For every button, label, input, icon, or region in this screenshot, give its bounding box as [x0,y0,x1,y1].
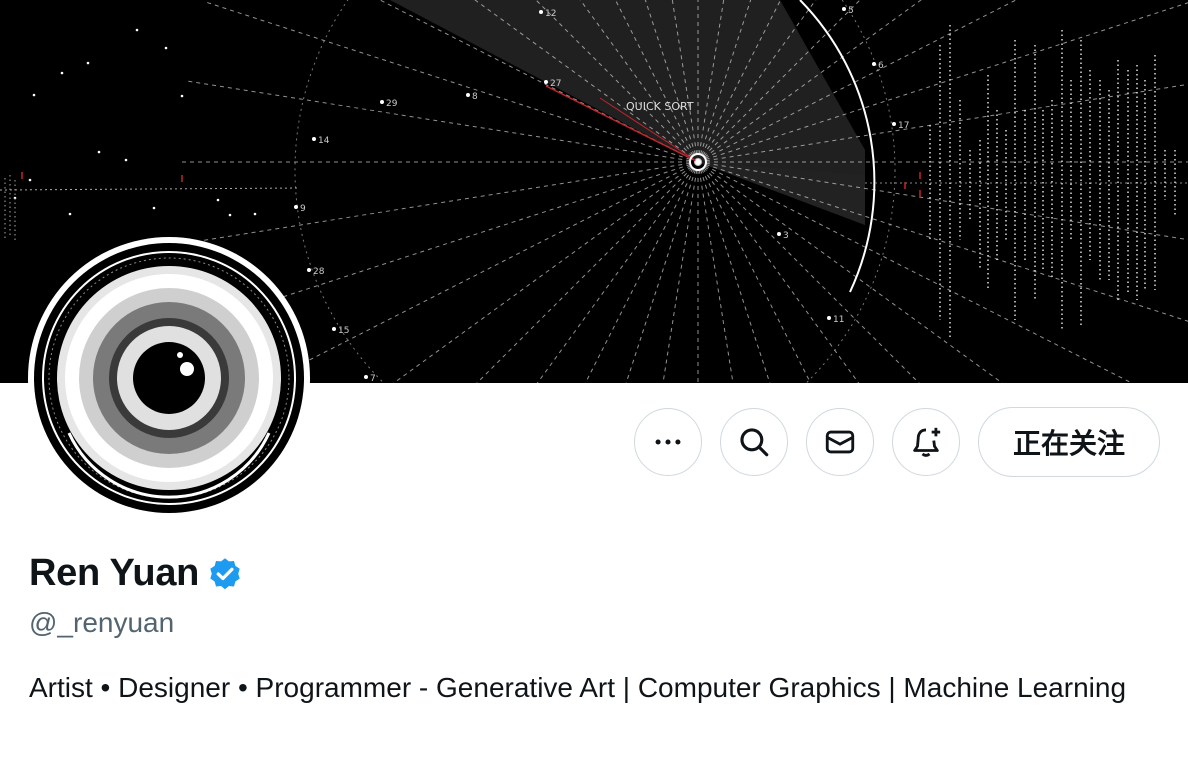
banner-node-label: 29 [386,99,398,109]
profile-display-name: Ren Yuan [29,552,200,594]
banner-star [152,206,156,210]
banner-node [307,268,311,272]
profile-avatar[interactable] [28,237,310,519]
banner-ray [662,161,699,383]
banner-node [827,316,831,320]
banner-node-label: 17 [898,121,909,131]
banner-node-label: 14 [318,136,330,146]
banner-axis [0,187,301,191]
banner-node-label: 12 [545,9,556,19]
banner-ray [697,161,1004,383]
banner-star [164,46,168,50]
banner-node-label: 27 [550,79,561,89]
banner-node [294,205,298,209]
banner-node [842,7,846,11]
avatar-eye-image [34,243,304,513]
banner-ray [697,161,920,383]
search-icon [740,428,769,457]
banner-star [60,71,64,75]
banner-node [892,122,896,126]
banner-center-dot [695,159,701,165]
banner-node-label: 28 [313,267,325,277]
more-options-button[interactable] [633,408,702,476]
banner-node-label: 6 [878,61,884,71]
message-button[interactable] [805,408,874,476]
banner-star [28,178,32,182]
banner-star [97,150,101,154]
banner-node [380,100,384,104]
banner-star [180,94,184,98]
banner-star [228,213,232,217]
banner-star [253,212,257,216]
more-horizontal-icon [655,439,681,445]
notifications-button[interactable] [891,408,960,476]
bell-plus-icon [913,427,941,457]
banner-star [216,198,220,202]
banner-ray [392,161,699,383]
banner-star [124,158,128,162]
banner-ray [184,161,699,244]
verified-badge-icon[interactable] [207,556,243,592]
banner-node [312,137,316,141]
banner-star [86,61,90,65]
banner-star [32,93,36,97]
banner-ray [584,161,699,383]
banner-ray [697,161,734,383]
banner-node [539,10,543,14]
banner-ray [697,161,1133,383]
envelope-icon [825,430,855,454]
banner-node-label: 15 [338,326,349,336]
profile-name-row: Ren Yuan [29,552,243,595]
banner-node [466,93,470,97]
banner-node [777,232,781,236]
banner-node [544,80,548,84]
banner-ray [476,161,699,383]
banner-node-label: 11 [833,315,844,325]
banner-node-label: 8 [472,92,478,102]
profile-bio: Artist • Designer • Programmer - Generat… [29,672,1127,703]
banner-node [364,375,368,379]
banner-node-label: 7 [370,374,376,383]
banner-node-label: 3 [783,231,789,241]
search-profile-button[interactable] [719,408,788,476]
banner-node-label: 5 [848,6,854,16]
profile-handle: @_renyuan [29,607,175,638]
banner-node [872,62,876,66]
banner-node [332,327,336,331]
banner-star [68,212,72,216]
banner-node-label: 9 [300,204,306,214]
profile-actions: 正在关注 [633,407,1160,477]
banner-star [135,28,139,32]
following-button[interactable]: 正在关注 [977,407,1160,477]
banner-label: QUICK SORT [626,100,694,113]
